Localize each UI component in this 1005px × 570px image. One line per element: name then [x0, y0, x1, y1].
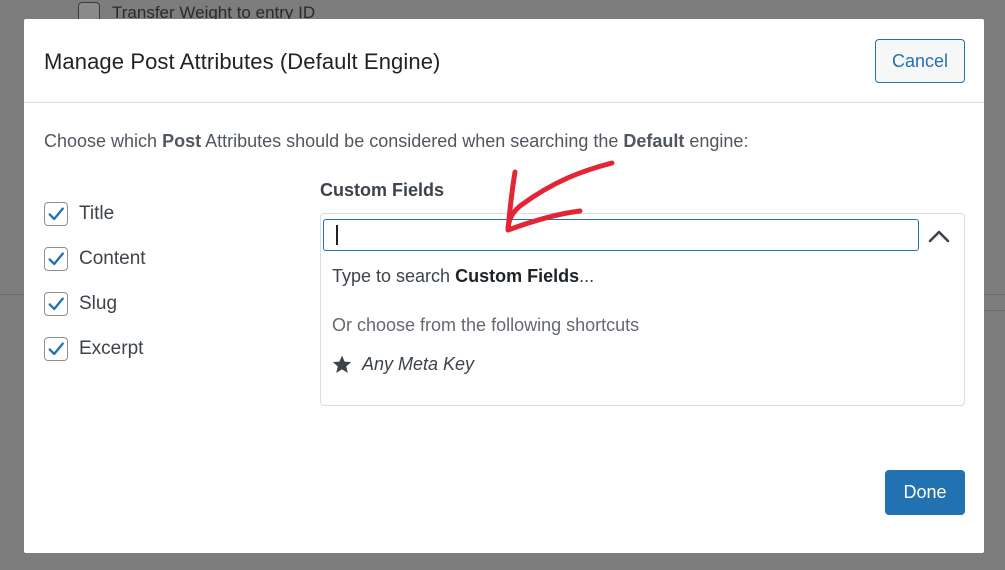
attribute-label: Slug: [79, 292, 118, 314]
intro-bold-default: Default: [623, 131, 685, 151]
intro-suffix: engine:: [684, 131, 749, 151]
checkmark-icon: [48, 251, 64, 265]
attribute-content[interactable]: Content: [44, 236, 146, 281]
attribute-list: Title Content Slug Excerpt: [44, 191, 146, 371]
checkmark-icon: [48, 206, 64, 220]
checkmark-icon: [48, 296, 64, 310]
intro-text: Choose which Post Attributes should be c…: [44, 131, 748, 152]
shortcut-any-meta-key[interactable]: Any Meta Key: [332, 354, 474, 375]
checkmark-icon: [48, 341, 64, 355]
content-checkbox[interactable]: [44, 246, 68, 271]
shortcut-label: Any Meta Key: [362, 354, 475, 374]
text-caret: [336, 225, 338, 245]
excerpt-checkbox[interactable]: [44, 336, 68, 361]
attribute-label: Title: [79, 202, 115, 224]
custom-fields-dropdown: Type to search Custom Fields... Or choos…: [320, 213, 965, 406]
attribute-excerpt[interactable]: Excerpt: [44, 326, 146, 371]
modal-title: Manage Post Attributes (Default Engine): [44, 49, 441, 74]
chevron-up-icon[interactable]: [924, 222, 954, 250]
modal-header: Manage Post Attributes (Default Engine) …: [24, 19, 984, 103]
intro-middle: Attributes should be considered when sea…: [201, 131, 624, 151]
title-checkbox[interactable]: [44, 201, 68, 226]
star-icon: [332, 355, 352, 374]
attribute-label: Content: [79, 247, 146, 269]
shortcuts-label: Or choose from the following shortcuts: [332, 315, 640, 335]
hint-bold: Custom Fields: [455, 266, 580, 286]
intro-bold-post: Post: [162, 131, 202, 151]
search-hint: Type to search Custom Fields...: [332, 266, 594, 287]
attribute-slug[interactable]: Slug: [44, 281, 146, 326]
hint-prefix: Type to search: [332, 266, 456, 286]
attribute-label: Excerpt: [79, 337, 144, 359]
custom-fields-search-input[interactable]: [323, 219, 919, 251]
attribute-title[interactable]: Title: [44, 191, 146, 236]
slug-checkbox[interactable]: [44, 291, 68, 316]
manage-attributes-modal: Manage Post Attributes (Default Engine) …: [24, 19, 984, 553]
intro-prefix: Choose which: [44, 131, 163, 151]
done-button[interactable]: Done: [885, 470, 965, 515]
custom-fields-label: Custom Fields: [320, 180, 445, 200]
cancel-button[interactable]: Cancel: [875, 39, 965, 83]
hint-suffix: ...: [579, 266, 595, 286]
